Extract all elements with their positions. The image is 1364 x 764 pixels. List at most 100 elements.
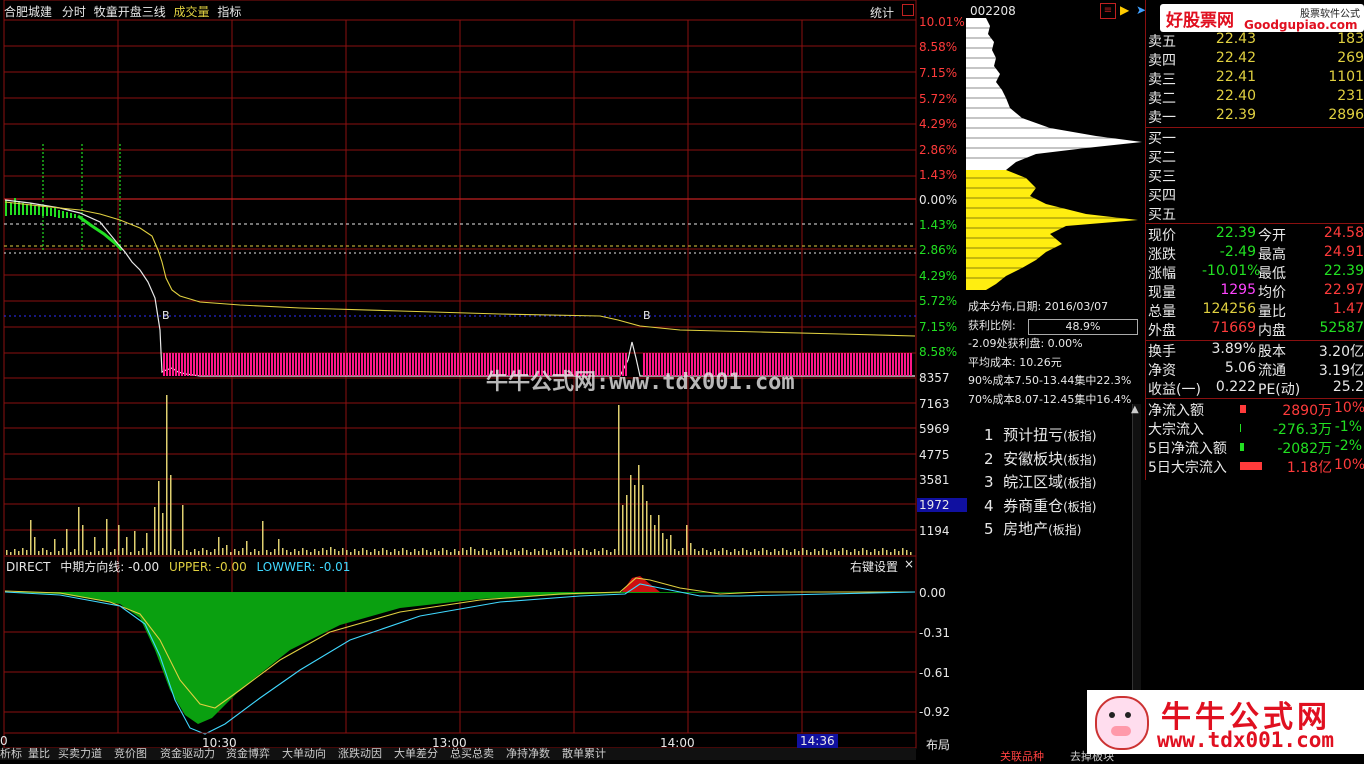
chip-menu-icon[interactable]: ≡ [1100,3,1116,19]
volume-bar [562,548,564,555]
limit-down-bar [367,353,369,376]
volume-tick: 8357 [919,371,950,385]
volume-bar [294,549,296,555]
mode-intraday[interactable]: 分时 [62,5,86,19]
price-tick: 2.86% [919,243,958,257]
limit-down-bar [451,353,453,376]
volume-bar [218,537,220,555]
flow-pct: 10% [1334,457,1364,473]
fund-value: 3.19亿 [1318,363,1364,379]
tab-item[interactable]: 资金驱动力 [160,748,215,760]
price-tick: 0.00% [919,193,958,207]
volume-bar [850,552,852,555]
limit-down-bar [244,353,246,376]
expand-icon[interactable] [902,4,914,16]
tab-item[interactable]: 总买总卖 [450,748,494,760]
limit-down-bar [838,353,840,376]
volume-bar [462,548,464,555]
indicator-name[interactable]: DIRECT [6,560,50,574]
stat-value: -10.01% [1202,263,1261,279]
tab-item[interactable]: 净持净数 [506,748,550,760]
limit-down-bar [256,353,258,376]
stat-value: 24.58 [1323,225,1364,241]
limit-down-bar [346,353,348,376]
volume-bar [538,551,540,555]
volume-bar [906,550,908,555]
limit-down-bar [349,353,351,376]
close-indicator-icon[interactable]: × [904,557,914,571]
volume-bar [298,551,300,555]
sector-item[interactable]: 4 券商重仓(板指) [984,495,1096,519]
limit-down-bar [433,353,435,376]
stats-button[interactable]: 统计 [870,4,894,21]
limit-down-bar [187,353,189,376]
volume-bar [338,551,340,555]
limit-down-bar [211,353,213,376]
limit-down-bar [193,353,195,376]
tab-item[interactable]: 析标 [0,748,22,760]
fund-row: 收益(一) 0.222 PE(动) 25.2 [1146,379,1364,398]
sector-item[interactable]: 1 预计扭亏(板指) [984,424,1096,448]
tab-item[interactable]: 买卖力道 [58,748,102,760]
volume-bar [326,550,328,555]
indicator-label[interactable]: 指标 [217,5,241,19]
volume-bar [22,548,24,555]
bid-row: 买一 [1146,128,1364,147]
volume-bar [78,507,80,555]
volume-bar [522,548,524,555]
volume-tick: 4775 [919,448,950,462]
limit-down-bar [301,353,303,376]
volume-bar [246,541,248,555]
layout-button[interactable]: 布局 [926,736,950,753]
price-tick: 5.72% [919,92,958,106]
chart-header: 合肥城建 分时 牧童开盘三线 成交量 指标 [4,3,241,20]
tab-item[interactable]: 散单累计 [562,748,606,760]
volume-bar [314,549,316,555]
volume-bar [870,552,872,555]
tab-item[interactable]: 资金博弈 [226,748,270,760]
volume-label[interactable]: 成交量 [174,5,210,19]
fund-label: 流通 [1258,363,1286,379]
volume-bar [446,550,448,555]
limit-down-bar [208,353,210,376]
limit-down-bar [811,353,813,376]
scroll-up-icon[interactable]: ▲ [1131,404,1139,415]
sector-item[interactable]: 5 房地产(板指) [984,518,1096,542]
tab-item[interactable]: 大单差分 [394,748,438,760]
related-tab[interactable]: 关联品种 [1000,748,1044,764]
tab-item[interactable]: 涨跌动因 [338,748,382,760]
sector-item[interactable]: 3 皖江区域(板指) [984,471,1096,495]
sector-item[interactable]: 2 安徽板块(板指) [984,448,1096,472]
flow-label: 大宗流入 [1148,422,1204,438]
volume-bar [442,548,444,555]
sector-list: 1 预计扭亏(板指) 2 安徽板块(板指) 3 皖江区域(板指) 4 券商重仓(… [984,424,1096,542]
right-click-settings[interactable]: 右键设置 [850,558,898,575]
volume-bar [154,507,156,555]
volume-bar [406,550,408,555]
stat-value: 52587 [1319,320,1364,336]
stat-row: 总量 124256 量比 1.47 [1146,301,1364,320]
tab-item[interactable]: 竞价图 [114,748,147,760]
formula-name[interactable]: 牧童开盘三线 [94,5,166,19]
stat-label: 最高 [1258,247,1286,263]
limit-down-bar [820,353,822,376]
indicator-tick: -0.61 [919,666,951,680]
limit-down-bar [250,353,252,376]
limit-down-bar [274,353,276,376]
stock-name: 合肥城建 [4,5,53,19]
tab-item[interactable]: 量比 [28,748,50,760]
limit-down-bar [163,353,165,376]
limit-down-bar [379,353,381,376]
limit-down-bar [328,353,330,376]
limit-down-bar [286,353,288,376]
limit-down-bar [859,353,861,376]
limit-down-bar [388,353,390,376]
volume-bar [866,550,868,555]
tab-item[interactable]: 大单动向 [282,748,326,760]
volume-bar [6,550,8,555]
flag-icon[interactable]: ▶ [1120,3,1129,17]
limit-down-bar [268,353,270,376]
volume-bar [814,549,816,555]
volume-bar [530,552,532,555]
price-tick: 7.15% [919,66,958,80]
